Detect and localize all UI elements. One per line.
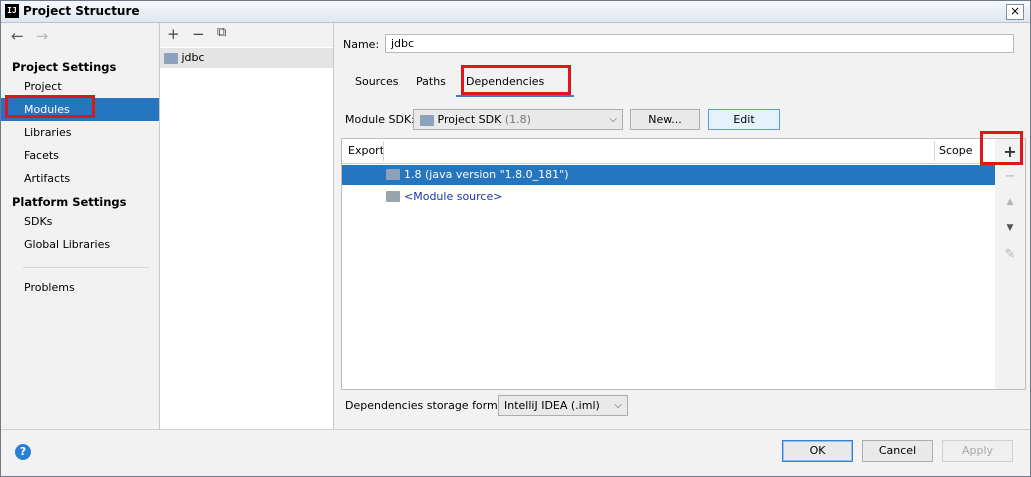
nav-history: ← →: [11, 27, 60, 45]
name-label: Name:: [343, 38, 380, 51]
ok-button[interactable]: OK: [782, 440, 853, 462]
chevron-down-icon: ⌵: [614, 400, 622, 411]
edit-dependency-icon[interactable]: ✎: [995, 247, 1025, 262]
highlight-box: [980, 131, 1023, 165]
platform-settings-header: Platform Settings: [12, 195, 127, 209]
export-column-header[interactable]: Export: [348, 139, 384, 163]
tab-paths[interactable]: Paths: [416, 75, 446, 88]
intellij-app-icon: IJ: [5, 4, 19, 18]
module-name-input[interactable]: jdbc: [385, 34, 1014, 53]
dependency-label: <Module source>: [404, 190, 503, 203]
active-tab-underline: [456, 95, 574, 97]
module-sdk-label: Module SDK:: [345, 113, 415, 126]
add-module-icon[interactable]: +: [167, 25, 180, 43]
window-title: Project Structure: [23, 4, 140, 18]
forward-arrow-icon[interactable]: →: [36, 27, 49, 45]
module-detail-panel: Name: jdbc Sources Paths Dependencies Mo…: [334, 23, 1030, 429]
nav-divider: [23, 267, 149, 268]
source-folder-icon: [386, 191, 400, 202]
module-item-label: jdbc: [181, 51, 205, 64]
column-divider: [934, 141, 935, 161]
storage-format-value: IntelliJ IDEA (.iml): [504, 399, 600, 412]
apply-button[interactable]: Apply: [942, 440, 1013, 462]
remove-module-icon[interactable]: −: [192, 25, 205, 43]
scope-column-header[interactable]: Scope: [939, 139, 973, 163]
settings-nav: ← → Project Settings Project Modules Libr…: [1, 23, 160, 429]
storage-format-label: Dependencies storage format:: [345, 399, 513, 412]
highlight-box: [5, 95, 95, 118]
column-divider: [383, 141, 384, 161]
nav-item-sdks[interactable]: SDKs: [1, 210, 159, 233]
module-list-panel: + − ⧉ jdbc: [160, 23, 334, 429]
table-row[interactable]: 1.8 (java version "1.8.0_181"): [342, 165, 995, 185]
new-sdk-button[interactable]: New...: [630, 109, 700, 130]
nav-item-facets[interactable]: Facets: [1, 144, 159, 167]
remove-dependency-icon[interactable]: −: [995, 169, 1025, 184]
nav-item-problems[interactable]: Problems: [1, 276, 159, 299]
dependency-side-toolbar: + − ▲ ▼ ✎: [995, 138, 1026, 390]
nav-item-global-libraries[interactable]: Global Libraries: [1, 233, 159, 256]
chevron-down-icon: ⌵: [609, 114, 617, 125]
dependency-label: 1.8 (java version "1.8.0_181"): [404, 168, 569, 181]
nav-item-artifacts[interactable]: Artifacts: [1, 167, 159, 190]
table-row[interactable]: <Module source>: [342, 187, 995, 207]
edit-sdk-button[interactable]: Edit: [708, 109, 780, 130]
sdk-version: (1.8): [504, 113, 531, 126]
table-header: Export Scope: [342, 139, 995, 164]
close-button[interactable]: ×: [1006, 4, 1024, 20]
jdk-folder-icon: [386, 169, 400, 180]
tab-sources[interactable]: Sources: [355, 75, 399, 88]
sdk-folder-icon: [420, 114, 434, 126]
move-up-icon[interactable]: ▲: [995, 197, 1025, 207]
storage-format-select[interactable]: IntelliJ IDEA (.iml) ⌵: [498, 395, 628, 416]
title-bar: IJ Project Structure ×: [1, 1, 1030, 23]
dependencies-table: Export Scope 1.8 (java version "1.8.0_18…: [341, 138, 996, 390]
highlight-box: [461, 65, 571, 95]
move-down-icon[interactable]: ▼: [995, 223, 1025, 233]
module-folder-icon: [164, 52, 178, 64]
back-arrow-icon[interactable]: ←: [11, 27, 24, 45]
module-sdk-select[interactable]: Project SDK (1.8) ⌵: [413, 109, 623, 130]
module-item-jdbc[interactable]: jdbc: [160, 48, 333, 68]
nav-item-libraries[interactable]: Libraries: [1, 121, 159, 144]
project-settings-header: Project Settings: [12, 60, 117, 74]
cancel-button[interactable]: Cancel: [862, 440, 933, 462]
help-icon[interactable]: ?: [15, 444, 31, 460]
sdk-selected-value: Project SDK: [437, 113, 502, 126]
module-toolbar: + − ⧉: [160, 23, 333, 47]
dialog-footer: ? OK Cancel Apply: [1, 429, 1030, 474]
copy-module-icon[interactable]: ⧉: [217, 25, 226, 40]
